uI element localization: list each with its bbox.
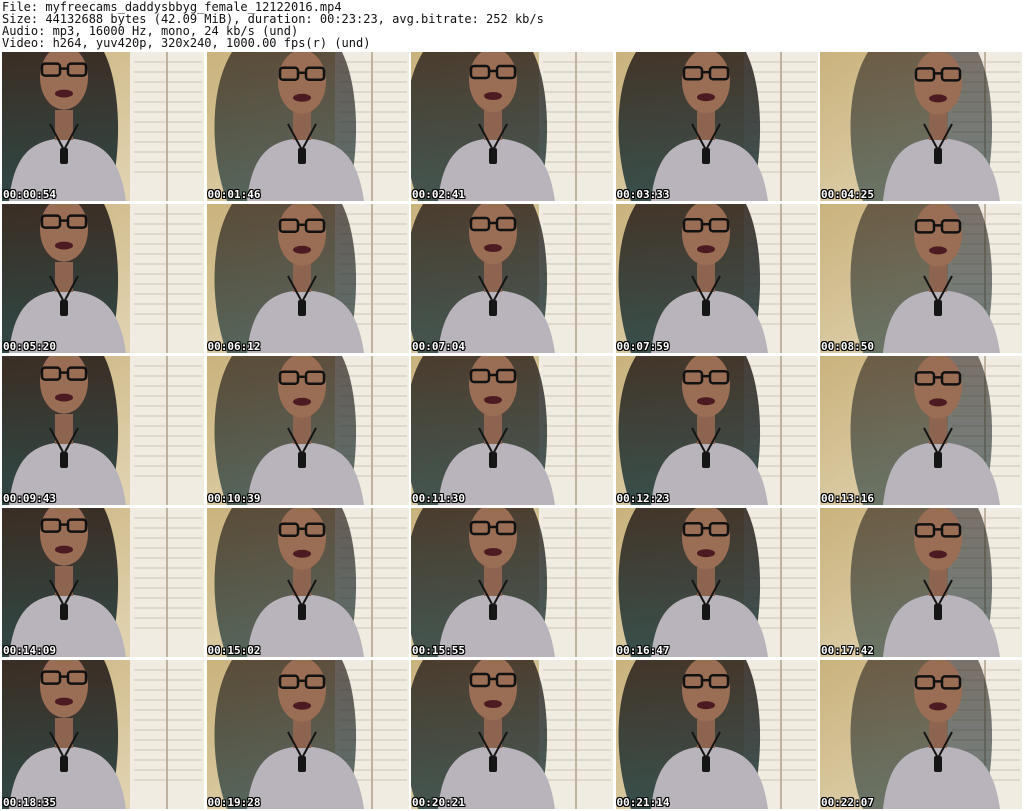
thumbnail-timestamp: 00:12:23	[616, 492, 670, 505]
thumbnail-timestamp: 00:20:21	[412, 796, 465, 809]
video-thumbnail: 00:19:28	[206, 660, 409, 809]
webcam-frame-image	[411, 356, 613, 505]
webcam-frame-image	[206, 204, 409, 353]
video-thumbnail: 00:15:55	[411, 508, 613, 657]
webcam-frame-image	[411, 52, 613, 201]
video-thumbnail: 00:16:47	[615, 508, 818, 657]
video-thumbnail: 00:05:20	[2, 204, 204, 353]
video-thumbnail: 00:12:23	[615, 356, 818, 505]
webcam-frame-image	[206, 660, 409, 809]
video-thumbnail: 00:00:54	[2, 52, 204, 201]
webcam-frame-image	[615, 356, 818, 505]
webcam-frame-image	[2, 356, 204, 505]
video-thumbnail: 00:10:39	[206, 356, 409, 505]
thumbnail-timestamp: 00:21:14	[616, 796, 670, 809]
webcam-frame-image	[615, 508, 818, 657]
video-thumbnail: 00:18:35	[2, 660, 204, 809]
file-info-header: File: myfreecams_daddysbbyg_female_12122…	[0, 0, 1024, 50]
video-thumbnail: 00:20:21	[411, 660, 613, 809]
thumbnail-timestamp: 00:16:47	[616, 644, 670, 657]
thumbnail-timestamp: 00:11:30	[412, 492, 465, 505]
thumbnail-timestamp: 00:22:07	[821, 796, 874, 809]
video-thumbnail: 00:02:41	[411, 52, 613, 201]
webcam-frame-image	[615, 52, 818, 201]
video-thumbnail: 00:03:33	[615, 52, 818, 201]
webcam-frame-image	[206, 52, 409, 201]
webcam-frame-image	[411, 660, 613, 809]
thumbnail-grid: 00:00:54 00:01:46 00:02:41 00:03:33 00:04:25…	[2, 52, 1022, 809]
thumbnail-timestamp: 00:17:42	[821, 644, 874, 657]
video-thumbnail: 00:15:02	[206, 508, 409, 657]
video-thumbnail: 00:11:30	[411, 356, 613, 505]
thumbnail-timestamp: 00:02:41	[412, 188, 465, 201]
thumbnail-timestamp: 00:18:35	[3, 796, 56, 809]
thumbnail-timestamp: 00:07:04	[412, 340, 465, 353]
webcam-frame-image	[206, 508, 409, 657]
thumbnail-timestamp: 00:09:43	[3, 492, 56, 505]
webcam-frame-image	[411, 204, 613, 353]
video-thumbnail: 00:04:25	[820, 52, 1022, 201]
webcam-frame-image	[615, 204, 818, 353]
thumbnail-timestamp: 00:03:33	[616, 188, 670, 201]
thumbnail-timestamp: 00:19:28	[207, 796, 261, 809]
video-thumbnail: 00:21:14	[615, 660, 818, 809]
video-thumbnail: 00:08:50	[820, 204, 1022, 353]
thumbnail-timestamp: 00:07:59	[616, 340, 670, 353]
video-thumbnail: 00:07:59	[615, 204, 818, 353]
webcam-frame-image	[820, 52, 1022, 201]
webcam-frame-image	[615, 660, 818, 809]
thumbnail-timestamp: 00:15:02	[207, 644, 261, 657]
thumbnail-timestamp: 00:04:25	[821, 188, 874, 201]
webcam-frame-image	[2, 660, 204, 809]
webcam-frame-image	[820, 204, 1022, 353]
thumbnail-timestamp: 00:05:20	[3, 340, 56, 353]
webcam-frame-image	[820, 356, 1022, 505]
thumbnail-timestamp: 00:15:55	[412, 644, 465, 657]
webcam-frame-image	[2, 508, 204, 657]
webcam-frame-image	[206, 356, 409, 505]
thumbnail-timestamp: 00:14:09	[3, 644, 56, 657]
thumbnail-timestamp: 00:10:39	[207, 492, 261, 505]
thumbnail-timestamp: 00:08:50	[821, 340, 874, 353]
thumbnail-timestamp: 00:00:54	[3, 188, 56, 201]
thumbnail-timestamp: 00:01:46	[207, 188, 261, 201]
video-thumbnail: 00:01:46	[206, 52, 409, 201]
video-thumbnail: 00:17:42	[820, 508, 1022, 657]
webcam-frame-image	[411, 508, 613, 657]
thumbnail-timestamp: 00:13:16	[821, 492, 874, 505]
webcam-frame-image	[820, 508, 1022, 657]
webcam-frame-image	[2, 204, 204, 353]
video-thumbnail: 00:09:43	[2, 356, 204, 505]
video-thumbnail: 00:13:16	[820, 356, 1022, 505]
video-thumbnail: 00:07:04	[411, 204, 613, 353]
video-thumbnail: 00:06:12	[206, 204, 409, 353]
thumbnail-timestamp: 00:06:12	[207, 340, 261, 353]
webcam-frame-image	[820, 660, 1022, 809]
webcam-frame-image	[2, 52, 204, 201]
video-thumbnail: 00:14:09	[2, 508, 204, 657]
video-info-line: Video: h264, yuv420p, 320x240, 1000.00 f…	[2, 36, 371, 50]
video-thumbnail: 00:22:07	[820, 660, 1022, 809]
